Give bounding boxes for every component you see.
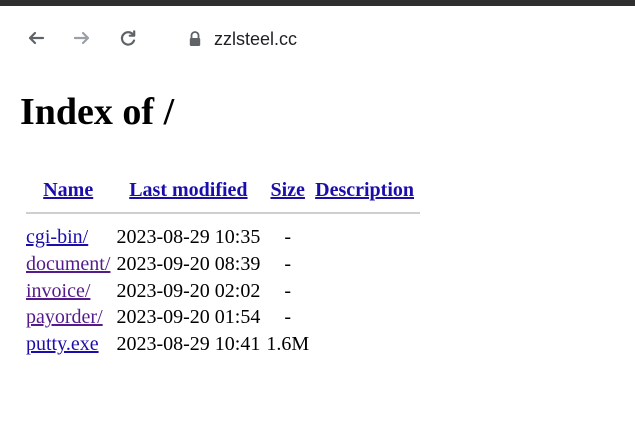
last-modified-cell: 2023-09-20 01:54	[116, 306, 261, 329]
header-description: Description	[315, 178, 420, 202]
description-cell	[315, 224, 420, 251]
address-bar[interactable]: zzlsteel.cc	[166, 18, 635, 60]
lock-icon	[188, 30, 202, 48]
file-name-cell: invoice/	[26, 278, 116, 305]
file-link-cgi-bin[interactable]: cgi-bin/	[26, 226, 88, 248]
sort-by-name-link[interactable]: Name	[43, 179, 93, 201]
file-name-cell: putty.exe	[26, 331, 116, 358]
size-cell: -	[284, 279, 292, 302]
table-row: payorder/ 2023-09-20 01:54 -	[26, 304, 420, 331]
file-name-cell: cgi-bin/	[26, 224, 116, 251]
forward-button[interactable]	[68, 24, 96, 52]
table-row: invoice/ 2023-09-20 02:02 -	[26, 278, 420, 305]
file-link-document[interactable]: document/	[26, 253, 110, 275]
file-name-cell: payorder/	[26, 304, 116, 331]
header-divider	[26, 202, 421, 224]
table-header-row: Name Last modified Size Description	[26, 178, 420, 202]
sort-by-size-link[interactable]: Size	[271, 179, 305, 201]
file-link-invoice[interactable]: invoice/	[26, 280, 90, 302]
header-last-modified: Last modified	[116, 178, 266, 202]
table-row: cgi-bin/ 2023-08-29 10:35 -	[26, 224, 420, 251]
arrow-right-icon	[73, 31, 90, 45]
description-cell	[315, 278, 420, 305]
sort-by-last-modified-link[interactable]: Last modified	[129, 179, 247, 201]
header-divider-row	[26, 202, 421, 224]
file-listing-table: Name Last modified Size Description cgi-…	[26, 178, 421, 358]
url-text: zzlsteel.cc	[214, 28, 298, 49]
description-cell	[315, 251, 420, 278]
last-modified-cell: 2023-09-20 08:39	[116, 252, 261, 275]
size-cell: 1.6M	[266, 333, 310, 356]
sort-by-description-link[interactable]: Description	[315, 179, 414, 201]
table-row: putty.exe 2023-08-29 10:41 1.6M	[26, 331, 420, 358]
file-name-cell: document/	[26, 251, 116, 278]
description-cell	[315, 304, 420, 331]
file-link-putty-exe[interactable]: putty.exe	[26, 333, 99, 355]
last-modified-cell: 2023-08-29 10:41	[116, 333, 261, 356]
reload-icon	[120, 30, 136, 46]
size-cell: -	[284, 252, 292, 275]
size-cell: -	[284, 226, 292, 248]
back-button[interactable]	[22, 24, 50, 52]
header-size: Size	[266, 178, 315, 202]
description-cell	[315, 331, 420, 358]
size-cell: -	[284, 306, 292, 329]
browser-toolbar: zzlsteel.cc	[0, 6, 635, 72]
header-name: Name	[26, 178, 116, 202]
last-modified-cell: 2023-09-20 02:02	[116, 279, 261, 302]
file-link-payorder[interactable]: payorder/	[26, 306, 103, 328]
page-title: Index of /	[20, 91, 175, 133]
reload-button[interactable]	[114, 24, 142, 52]
table-row: document/ 2023-09-20 08:39 -	[26, 251, 420, 278]
arrow-left-icon	[28, 31, 45, 45]
directory-listing-page: Index of / Name Last modified Size Descr…	[0, 72, 635, 425]
last-modified-cell: 2023-08-29 10:35	[116, 226, 261, 248]
